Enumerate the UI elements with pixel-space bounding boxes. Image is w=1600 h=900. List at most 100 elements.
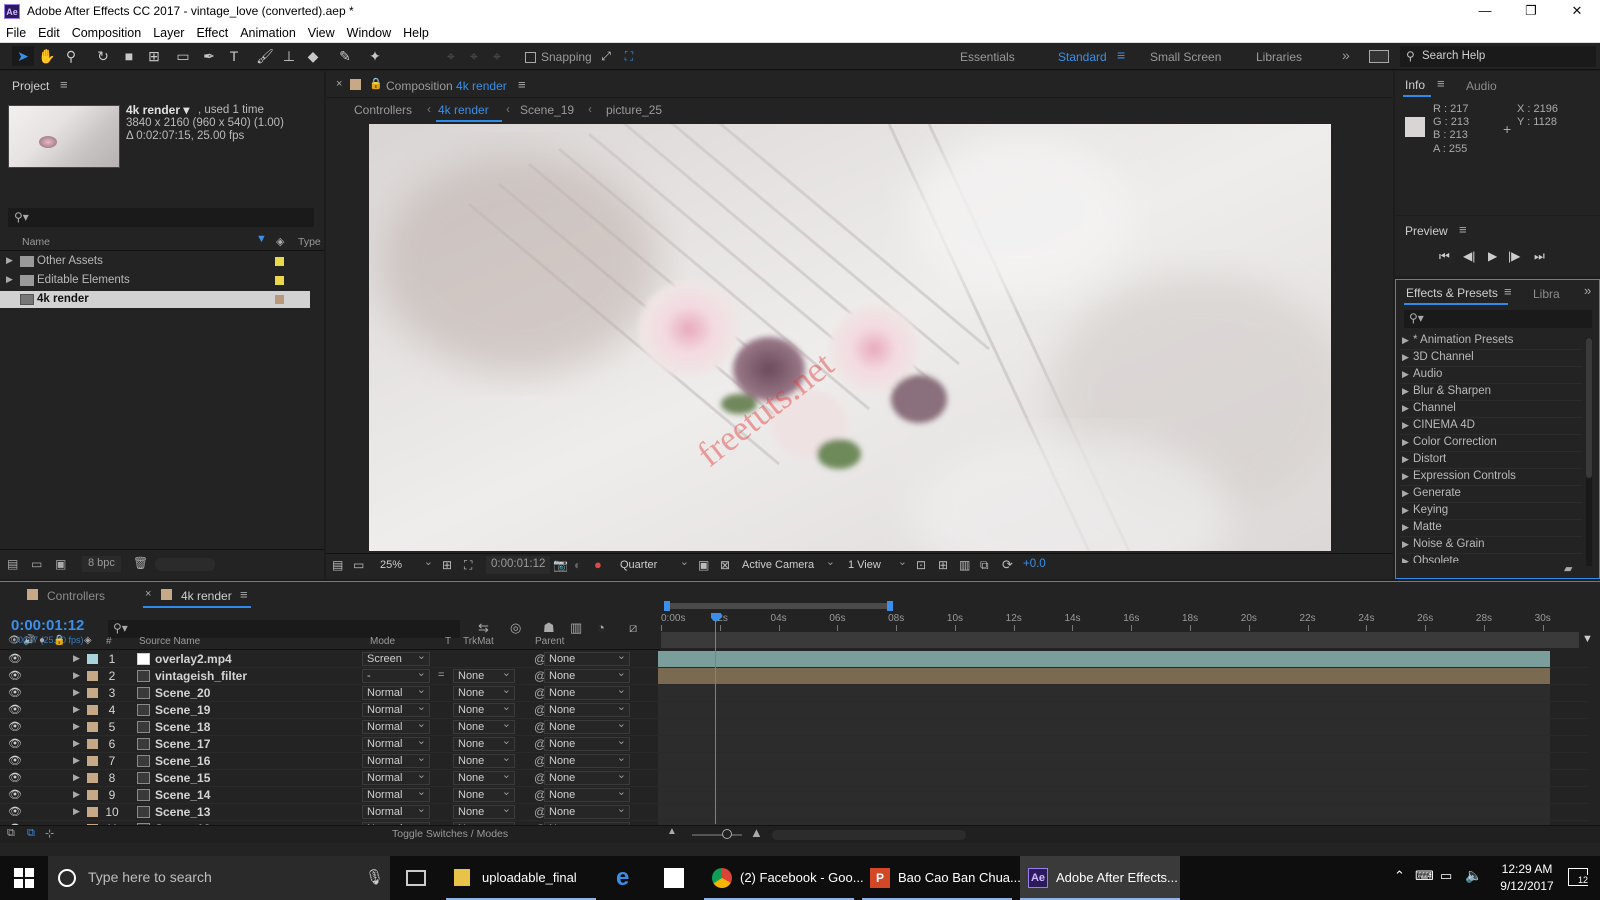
layer-name[interactable]: Scene_19: [155, 703, 210, 717]
expand-triangle-icon[interactable]: ▶: [1402, 403, 1409, 414]
in-out-icon[interactable]: ⊹: [45, 827, 54, 840]
playhead-handle[interactable]: [711, 613, 721, 622]
layer-row[interactable]: 👁▶7Scene_16NormalNone@None: [0, 752, 1588, 770]
effects-category[interactable]: ▶ Distort: [1400, 452, 1582, 469]
trkmat-dropdown[interactable]: None: [453, 684, 515, 700]
expand-triangle-icon[interactable]: ▶: [1402, 505, 1409, 516]
taskbar-app-explorer[interactable]: uploadable_final: [446, 856, 596, 900]
preview-menu-icon[interactable]: ≡: [1459, 222, 1467, 237]
work-area-range[interactable]: [666, 603, 890, 609]
taskbar-clock[interactable]: 12:29 AM 9/12/2017: [1492, 862, 1562, 893]
menu-window[interactable]: Window: [341, 23, 397, 43]
tab-effects-presets[interactable]: Effects & Presets: [1406, 286, 1498, 300]
breadcrumb-4k-render[interactable]: 4k render: [438, 103, 489, 117]
workspace-layout-icon[interactable]: [1369, 50, 1389, 63]
project-panel-menu-icon[interactable]: ≡: [60, 77, 68, 92]
layer-label-color[interactable]: [87, 705, 98, 715]
layer-track-empty[interactable]: [658, 719, 1550, 735]
timeline-current-time[interactable]: 0:00:01:12: [11, 617, 84, 634]
workspace-standard[interactable]: Standard: [1058, 50, 1107, 64]
effects-category[interactable]: ▶ 3D Channel: [1400, 350, 1582, 367]
label-color-swatch[interactable]: [275, 276, 284, 285]
fit-frame-icon[interactable]: ⊞: [442, 558, 452, 572]
layer-name[interactable]: Scene_15: [155, 771, 210, 785]
type-tool-icon[interactable]: T: [223, 46, 245, 66]
layer-row[interactable]: 👁▶3Scene_20NormalNone@None: [0, 684, 1588, 702]
effects-category[interactable]: ▶ CINEMA 4D: [1400, 418, 1582, 435]
camera-tool-icon[interactable]: ■: [118, 46, 140, 66]
expand-triangle-icon[interactable]: ▶: [1402, 522, 1409, 533]
effects-category[interactable]: ▶ Keying: [1400, 503, 1582, 520]
resolution-dropdown[interactable]: Quarter: [616, 556, 692, 573]
tab-libraries[interactable]: Libra: [1533, 287, 1560, 301]
network-icon[interactable]: ⌨: [1415, 868, 1434, 884]
zoom-in-icon[interactable]: ▲: [750, 825, 763, 840]
column-trkmat-header[interactable]: TrkMat: [463, 636, 494, 647]
parent-dropdown[interactable]: None: [544, 718, 630, 734]
expand-triangle-icon[interactable]: ▶: [1402, 539, 1409, 550]
trkmat-dropdown[interactable]: None: [453, 803, 515, 819]
expand-triangle-icon[interactable]: ▶: [1402, 352, 1409, 363]
visibility-eye-icon[interactable]: 👁: [8, 720, 22, 734]
more-panels-icon[interactable]: »: [1584, 283, 1591, 298]
layer-label-color[interactable]: [87, 671, 98, 681]
close-tab-icon[interactable]: ×: [145, 588, 151, 600]
trkmat-dropdown[interactable]: None: [453, 667, 515, 683]
breadcrumb-scene-19[interactable]: Scene_19: [520, 103, 574, 117]
microphone-icon[interactable]: 🎙: [365, 868, 384, 886]
visibility-eye-icon[interactable]: 👁: [8, 771, 22, 785]
layer-track-empty[interactable]: [658, 736, 1550, 752]
expand-triangle-icon[interactable]: ▶: [73, 806, 80, 817]
composition-menu-icon[interactable]: ≡: [518, 77, 526, 92]
taskbar-app-store[interactable]: [652, 856, 696, 900]
layer-mode-dropdown[interactable]: Screen: [362, 651, 430, 666]
tab-info[interactable]: Info: [1405, 78, 1425, 92]
time-ruler[interactable]: 0:00s02s04s06s08s10s12s14s16s18s20s22s24…: [661, 611, 1575, 631]
layer-mode-dropdown[interactable]: -: [362, 667, 430, 683]
workspace-libraries[interactable]: Libraries: [1256, 50, 1302, 64]
selection-tool-icon[interactable]: ➤: [12, 46, 34, 66]
last-frame-icon[interactable]: ⏭: [1534, 249, 1545, 264]
task-view-icon[interactable]: [406, 870, 426, 886]
display-icon[interactable]: ▭: [1440, 868, 1452, 884]
visibility-eye-icon[interactable]: 👁: [8, 754, 22, 768]
layer-label-color[interactable]: [87, 722, 98, 732]
view-layout-dropdown[interactable]: 1 View: [844, 556, 910, 573]
layer-label-color[interactable]: [87, 773, 98, 783]
expand-triangle-icon[interactable]: ▶: [73, 687, 80, 698]
column-t-header[interactable]: T: [445, 636, 451, 647]
parent-dropdown[interactable]: None: [544, 701, 630, 717]
layer-label-color[interactable]: [87, 739, 98, 749]
expand-triangle-icon[interactable]: ▶: [73, 755, 80, 766]
color-channels-icon[interactable]: ●: [594, 557, 602, 572]
layer-label-color[interactable]: [87, 756, 98, 766]
parent-dropdown[interactable]: None: [544, 769, 630, 785]
timeline-tab-controllers[interactable]: Controllers: [47, 589, 105, 603]
show-snapshot-icon[interactable]: ◐: [574, 558, 581, 572]
effects-category[interactable]: ▶ Matte: [1400, 520, 1582, 537]
exposure-value[interactable]: +0.0: [1023, 558, 1046, 570]
layer-track-empty[interactable]: [658, 804, 1550, 820]
expand-triangle-icon[interactable]: ▶: [1402, 386, 1409, 397]
layer-name[interactable]: Scene_16: [155, 754, 210, 768]
composition-tab[interactable]: Composition 4k render: [386, 79, 507, 93]
layer-duration-bar[interactable]: [658, 651, 1550, 667]
puppet-tool-icon[interactable]: ✦: [364, 46, 386, 66]
rectangle-tool-icon[interactable]: ▭: [172, 46, 194, 66]
lock-switch-icon[interactable]: 🔒: [53, 635, 65, 646]
previous-frame-icon[interactable]: ◀|: [1463, 249, 1475, 263]
workspace-essentials[interactable]: Essentials: [960, 50, 1015, 64]
always-preview-icon[interactable]: ▤: [332, 558, 343, 572]
expand-triangle-icon[interactable]: ▶: [73, 670, 80, 681]
column-parent-header[interactable]: Parent: [535, 636, 564, 647]
toggle-switches-modes[interactable]: Toggle Switches / Modes: [392, 828, 508, 840]
timeline-menu-icon[interactable]: ≡: [240, 587, 248, 602]
frame-blending-icon[interactable]: ▥: [570, 620, 582, 636]
layer-track-empty[interactable]: [658, 770, 1550, 786]
parent-dropdown[interactable]: None: [544, 735, 630, 751]
minimize-button[interactable]: —: [1462, 0, 1508, 23]
column-type-header[interactable]: Type: [298, 236, 321, 248]
expand-triangle-icon[interactable]: ▶: [73, 721, 80, 732]
layer-name[interactable]: Scene_18: [155, 720, 210, 734]
effects-category[interactable]: ▶ Color Correction: [1400, 435, 1582, 452]
